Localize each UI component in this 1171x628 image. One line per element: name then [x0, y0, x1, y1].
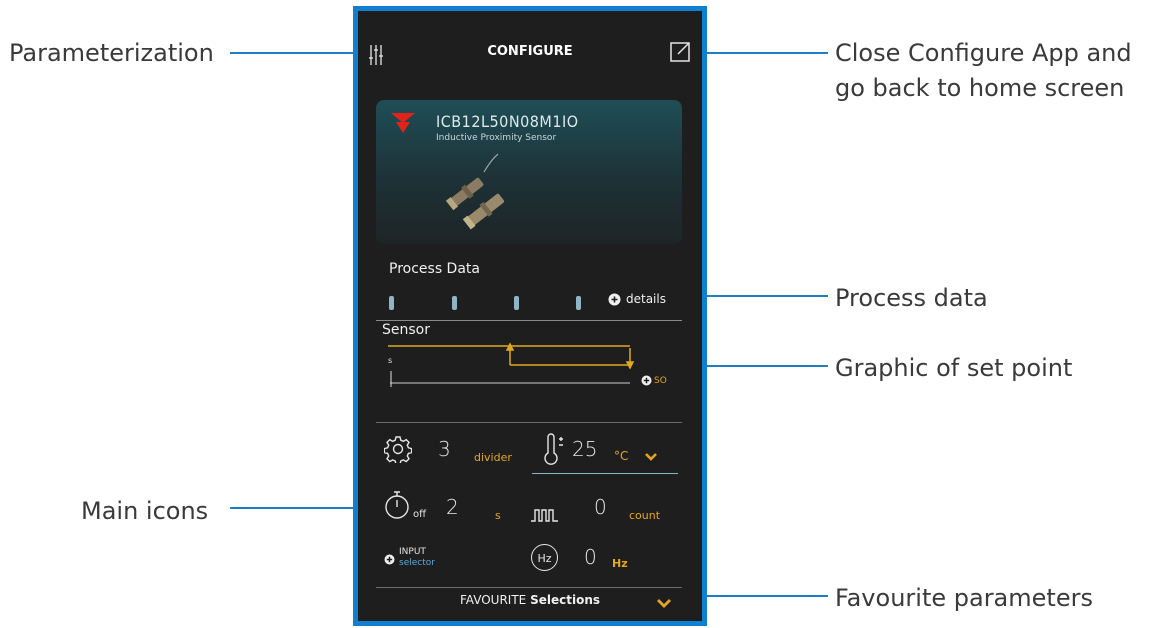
graph-divider [376, 422, 682, 423]
count-value: 0 [594, 495, 607, 519]
pulse-counter-icon[interactable] [530, 507, 560, 523]
timer-unit: s [495, 509, 501, 522]
callout-line-main-icons [230, 507, 354, 509]
chevron-down-icon[interactable] [644, 452, 658, 462]
plus-circle-icon [641, 375, 652, 386]
set-point-label: SO [654, 375, 667, 386]
annotation-close-app-line2: go back to home screen [835, 74, 1125, 102]
chevron-down-icon[interactable] [656, 598, 672, 609]
process-data-bit-4 [576, 296, 581, 310]
close-app-icon[interactable] [668, 40, 692, 64]
stopwatch-icon[interactable] [383, 489, 411, 521]
frequency-value: 0 [584, 545, 597, 569]
annotation-favourite-parameters: Favourite parameters [835, 584, 1093, 612]
plus-circle-icon [384, 554, 395, 565]
annotation-main-icons: Main icons [81, 497, 209, 525]
temperature-value: 25 [572, 437, 598, 461]
axis-start-label: s [388, 356, 393, 365]
frequency-unit: Hz [612, 557, 628, 570]
process-data-bit-3 [514, 296, 519, 310]
divider-unit: divider [474, 451, 512, 464]
annotation-close-app-line1: Close Configure App and [835, 39, 1132, 67]
process-data-label: Process Data [389, 261, 480, 277]
set-point-graph [388, 342, 635, 387]
callout-line-parameterization [230, 52, 354, 54]
frequency-icon[interactable]: Hz [531, 544, 558, 571]
timer-value: 2 [446, 495, 459, 519]
favourites-bold: Selections [530, 593, 601, 607]
frequency-icon-text: Hz [537, 552, 552, 565]
app-screen: CONFIGURE ICB12L50N08M1IO Inductive Prox… [358, 11, 702, 621]
sensor-type: Inductive Proximity Sensor [436, 133, 557, 143]
timer-off-label: off [413, 509, 427, 520]
input-label: INPUT [399, 547, 426, 557]
favourite-selections-bar[interactable]: FAVOURITE Selections [358, 593, 702, 607]
details-label: details [626, 292, 666, 306]
divider-value: 3 [438, 437, 451, 461]
sensor-image [445, 153, 505, 230]
phone-frame: CONFIGURE ICB12L50N08M1IO Inductive Prox… [353, 6, 707, 626]
process-data-bit-1 [389, 296, 394, 310]
details-button[interactable]: details [608, 292, 666, 306]
temperature-underline [532, 473, 678, 474]
favourites-divider [376, 587, 682, 588]
annotation-graphic-set-point: Graphic of set point [835, 354, 1073, 382]
callout-line-close-app [694, 52, 828, 54]
plus-circle-icon [608, 293, 621, 305]
annotation-parameterization: Parameterization [9, 39, 214, 67]
sensor-graph-label: Sensor [382, 322, 430, 338]
annotation-process-data: Process data [835, 284, 988, 312]
favourites-prefix: FAVOURITE [459, 593, 527, 607]
callout-line-favourites [694, 595, 828, 597]
thermometer-icon[interactable] [542, 433, 568, 467]
sensor-model: ICB12L50N08M1IO [436, 112, 579, 131]
page-title: CONFIGURE [487, 44, 573, 59]
process-data-bit-2 [452, 296, 457, 310]
process-data-divider [376, 320, 682, 321]
set-point-add-button[interactable]: SO [641, 375, 667, 386]
count-unit: count [629, 509, 661, 522]
brand-logo-icon [391, 113, 415, 133]
input-sub-label: selector [399, 558, 435, 568]
temperature-unit: °C [614, 449, 629, 463]
sensor-card[interactable]: ICB12L50N08M1IO Inductive Proximity Sens… [376, 100, 682, 244]
gear-icon[interactable] [384, 435, 412, 463]
